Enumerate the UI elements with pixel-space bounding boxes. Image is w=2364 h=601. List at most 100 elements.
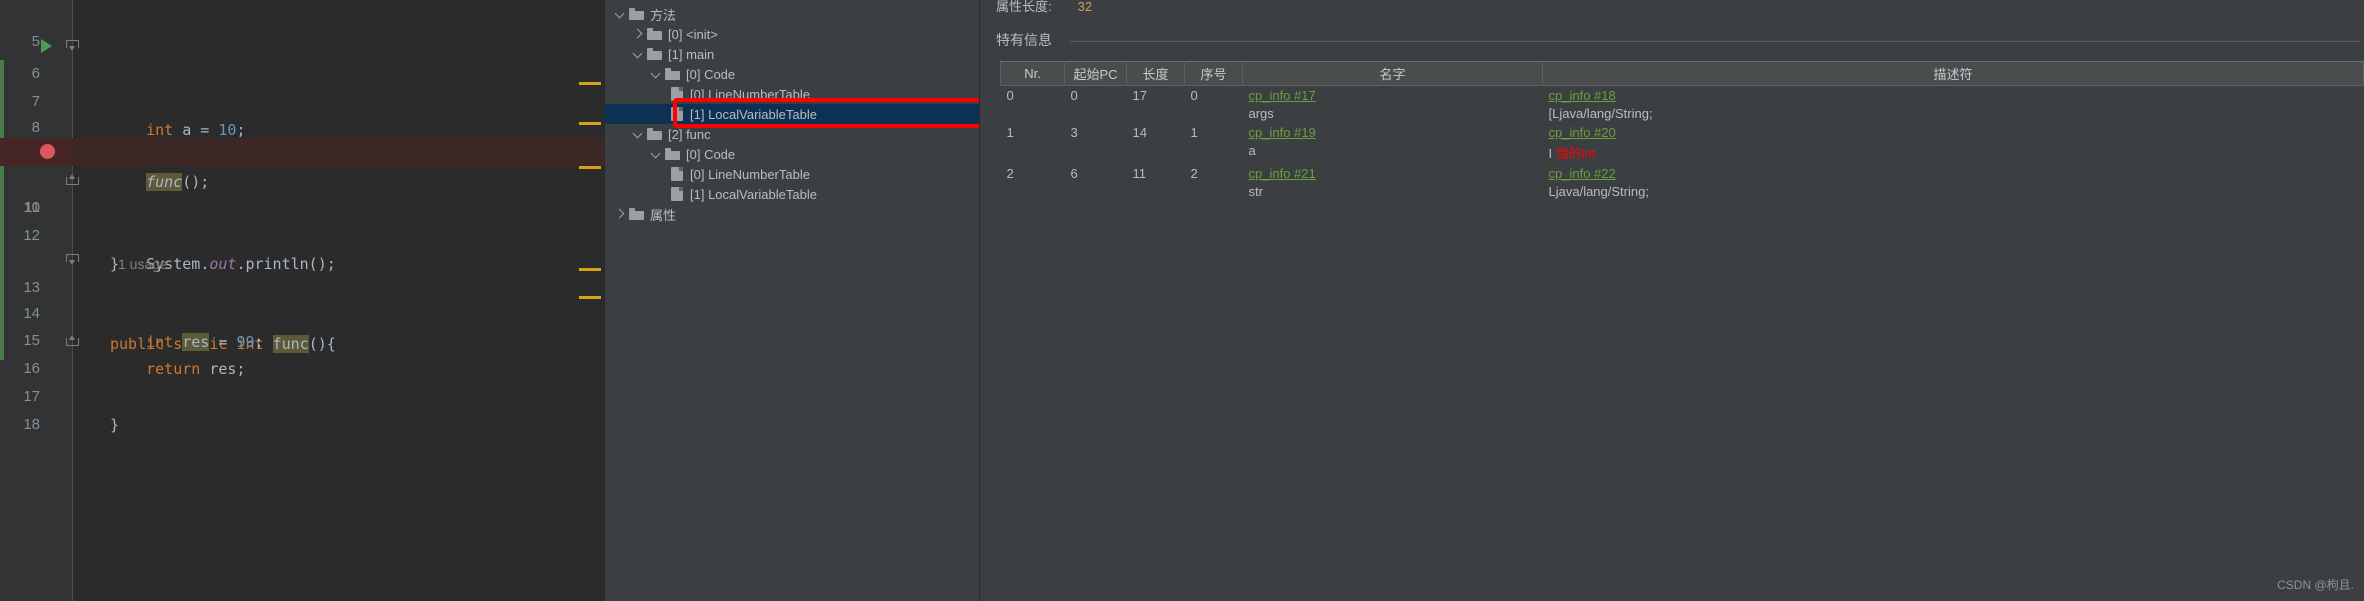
editor-line[interactable]: 16 }: [0, 327, 605, 434]
fold-toggle-icon[interactable]: [66, 254, 79, 265]
table-header-row: Nr. 起始PC 长度 序号 名字 描述符: [1000, 61, 2364, 86]
cp-info-value: args: [1248, 106, 1274, 121]
chevron-down-icon[interactable]: [649, 148, 662, 161]
editor-marker-dash: [579, 122, 601, 125]
editor-line[interactable]: 5: [0, 0, 605, 50]
editor-line[interactable]: 17: [0, 355, 605, 405]
editor-line[interactable]: 15 return res;: [0, 299, 605, 378]
folder-icon: [629, 208, 644, 220]
tree-node-init[interactable]: [0] <init>: [605, 24, 979, 44]
class-structure-tree[interactable]: 方法 [0] <init> [1] main [0] Code [0] Line…: [605, 0, 980, 601]
tree-node-func-code[interactable]: [0] Code: [605, 144, 979, 164]
editor-line[interactable]: 11 }: [0, 166, 605, 273]
tree-node-main[interactable]: [1] main: [605, 44, 979, 64]
run-gutter-icon[interactable]: [41, 39, 52, 53]
attribute-detail-panel[interactable]: 属性长度:32 特有信息 指令的序号 作用域长度 参数名称 参数类型 Nr. 起…: [980, 0, 2364, 601]
cp-info-link[interactable]: cp_info #20: [1549, 125, 2358, 140]
column-header-name[interactable]: 名字: [1242, 61, 1543, 86]
fold-toggle-icon[interactable]: [66, 174, 79, 185]
tree-node-main-linenumbertable[interactable]: [0] LineNumberTable: [605, 84, 979, 104]
cell-length: 11: [1132, 166, 1147, 181]
tree-node-label: [1] main: [668, 46, 715, 62]
chevron-right-icon[interactable]: [613, 208, 626, 221]
column-header-length[interactable]: 长度: [1126, 61, 1185, 86]
cp-info-link[interactable]: cp_info #22: [1549, 166, 2358, 181]
chevron-right-icon[interactable]: [631, 28, 644, 41]
cell-nr: 0: [1006, 88, 1014, 103]
tree-node-label: [0] <init>: [668, 26, 718, 42]
column-header-nr[interactable]: Nr.: [1000, 61, 1065, 86]
local-variable-table[interactable]: Nr. 起始PC 长度 序号 名字 描述符 0 0 17 0 cp_info #…: [1000, 61, 2364, 201]
column-header-start-pc[interactable]: 起始PC: [1064, 61, 1127, 86]
tree-node-func-linenumbertable[interactable]: [0] LineNumberTable: [605, 164, 979, 184]
editor-line[interactable]: 9 func();: [0, 112, 605, 191]
watermark: CSDN @枸且.: [2277, 578, 2354, 592]
tree-node-main-code[interactable]: [0] Code: [605, 64, 979, 84]
tree-node-label: [2] func: [668, 126, 711, 142]
folder-icon: [647, 48, 662, 60]
editor-line[interactable]: 18: [0, 383, 605, 433]
chevron-down-icon[interactable]: [631, 48, 644, 61]
column-header-index[interactable]: 序号: [1184, 61, 1243, 86]
cell-name[interactable]: cp_info #17 args: [1243, 86, 1543, 124]
cell-name[interactable]: cp_info #19 a: [1243, 123, 1543, 164]
folder-icon: [665, 68, 680, 80]
editor-line[interactable]: 12: [0, 194, 605, 244]
editor-marker-dash: [579, 296, 601, 299]
editor-line[interactable]: 8 String str = "Hello JVM!";: [0, 86, 605, 165]
editor-line-breakpoint[interactable]: 10 System.out.println();: [0, 138, 605, 273]
tree-node-label: [0] LineNumberTable: [690, 166, 810, 182]
cell-name[interactable]: cp_info #21 str: [1243, 164, 1543, 201]
file-icon: [671, 167, 683, 181]
tree-node-main-localvariabletable[interactable]: [1] LocalVariableTable: [605, 104, 979, 124]
fold-toggle-icon[interactable]: [66, 40, 79, 51]
cell-start-pc: 6: [1070, 166, 1078, 181]
code-text: }: [110, 416, 120, 434]
table-row[interactable]: 0 0 17 0 cp_info #17 args cp_info #18 [L…: [1001, 86, 2364, 124]
editor-line[interactable]: 13 public static int func(){: [0, 246, 605, 353]
cell-start-pc: 3: [1070, 125, 1078, 140]
fold-toggle-icon[interactable]: [66, 335, 79, 346]
editor-marker-dash: [579, 166, 601, 169]
descriptor-value: I: [1548, 146, 1553, 161]
cp-info-link[interactable]: cp_info #17: [1249, 88, 1537, 103]
table-row[interactable]: 2 6 11 2 cp_info #21 str cp_info #22 Lja…: [1001, 164, 2364, 201]
tree-node-attributes[interactable]: 属性: [605, 204, 979, 224]
editor-line[interactable]: 6 public static void main(String[] args)…: [0, 32, 605, 167]
folder-icon: [647, 28, 662, 40]
editor-marker-dash: [579, 268, 601, 271]
cell-index: 1: [1190, 125, 1198, 140]
chevron-down-icon[interactable]: [649, 68, 662, 81]
editor-line[interactable]: 7 int a = 10;: [0, 60, 605, 139]
editor-marker-dash: [579, 82, 601, 85]
cp-info-link[interactable]: cp_info #19: [1249, 125, 1537, 140]
table-row[interactable]: 1 3 14 1 cp_info #19 a cp_info #20 I 指的i…: [1001, 123, 2364, 164]
tree-node-label: [0] Code: [686, 146, 736, 162]
file-icon: [671, 187, 683, 201]
tree-node-func[interactable]: [2] func: [605, 124, 979, 144]
cp-info-value: I 指的int: [1549, 143, 2358, 162]
code-editor[interactable]: 5 6 public static void main(String[] arg…: [0, 0, 605, 601]
cell-descriptor[interactable]: cp_info #22 Ljava/lang/String;: [1543, 164, 2364, 201]
breakpoint-icon[interactable]: [40, 144, 55, 159]
tree-node-methods[interactable]: 方法: [605, 4, 979, 24]
cp-info-link[interactable]: cp_info #21: [1249, 166, 1537, 181]
cell-start-pc: 0: [1070, 88, 1078, 103]
editor-line[interactable]: 14 int res = 99;: [0, 272, 605, 351]
unique-info-label: 特有信息: [996, 32, 1052, 48]
chevron-down-icon[interactable]: [613, 8, 626, 21]
cell-descriptor[interactable]: cp_info #20 I 指的int: [1543, 123, 2364, 164]
folder-icon: [665, 148, 680, 160]
cell-index: 2: [1190, 166, 1198, 181]
chevron-down-icon[interactable]: [631, 128, 644, 141]
cell-descriptor[interactable]: cp_info #18 [Ljava/lang/String;: [1543, 86, 2364, 124]
file-icon: [671, 87, 683, 101]
tree-node-label: [1] LocalVariableTable: [690, 186, 817, 202]
column-header-descriptor[interactable]: 描述符: [1542, 61, 2364, 86]
cp-info-link[interactable]: cp_info #18: [1549, 88, 2358, 103]
section-divider: [1070, 41, 2360, 42]
tree-node-label: [0] LineNumberTable: [690, 86, 810, 102]
file-icon: [671, 107, 683, 121]
tree-node-func-localvariabletable[interactable]: [1] LocalVariableTable: [605, 184, 979, 204]
line-number: 18: [23, 416, 40, 433]
